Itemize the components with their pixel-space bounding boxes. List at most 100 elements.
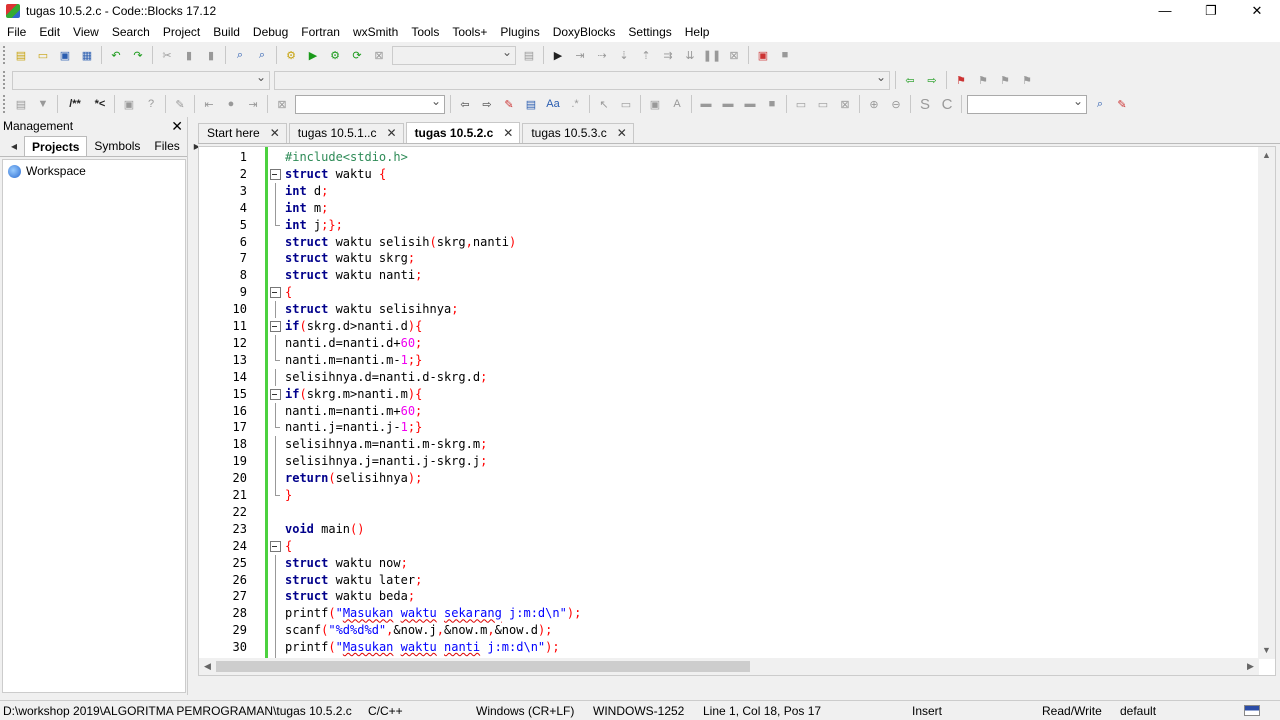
menu-view[interactable]: View [66,22,105,42]
fold-toggle-icon[interactable] [270,284,281,301]
menu-build[interactable]: Build [206,22,246,42]
step-instruction-icon[interactable]: ⇊ [681,47,699,63]
menu-edit[interactable]: Edit [32,22,66,42]
previous-bookmark-icon[interactable]: ⚑ [974,72,992,88]
scroll-down-icon[interactable]: ▼ [1258,642,1275,659]
code-line[interactable]: 3 int d; [199,182,1259,200]
menu-tools-plus[interactable]: Tools+ [445,22,493,42]
close-tab-icon[interactable]: ✕ [617,124,627,143]
scope-select[interactable] [12,70,270,90]
code-line[interactable]: 17 nanti.j=nanti.j-1;} [199,419,1259,436]
paste-icon[interactable]: ▮ [202,47,220,63]
editor-tab[interactable]: tugas 10.5.3.c ✕ [522,123,634,143]
horizontal-scrollbar[interactable]: ◀ ▶ [199,658,1259,675]
management-close-icon[interactable]: ✕ [171,117,183,135]
code-line[interactable]: 11 if(skrg.d>nanti.d){ [199,318,1259,335]
back-icon[interactable]: ⇤ [200,96,218,112]
box-alt-icon[interactable]: ▭ [814,96,832,112]
toggle-bookmark-icon[interactable]: ⚑ [952,72,970,88]
undo-icon[interactable]: ↶ [107,47,125,63]
tabs-left-arrow-icon[interactable]: ◂ [4,136,24,156]
code-line[interactable]: 8 struct waktu nanti; [199,267,1259,284]
code-editor[interactable]: 1 #include<stdio.h> 2 struct waktu {3 int d;… [198,146,1276,676]
next-instruction-icon[interactable]: ⇉ [659,47,677,63]
block-comment-button[interactable]: /** [63,96,87,112]
abort-icon[interactable]: ⊠ [370,47,388,63]
code-line[interactable]: 5 int j;}; [199,216,1259,234]
code-line[interactable]: 28 printf("Masukan waktu sekarang j:m:d\n… [199,605,1259,623]
find-previous-icon[interactable]: ⇦ [456,96,474,112]
text-icon[interactable]: A [668,96,686,112]
new-file-icon[interactable]: ▤ [12,47,30,63]
function-select[interactable] [274,70,890,90]
code-line[interactable]: 20 return(selisihnya); [199,470,1259,488]
scroll-left-icon[interactable]: ◀ [199,658,216,675]
code-line[interactable]: 9{ [199,284,1259,301]
image-icon[interactable]: ▣ [646,96,664,112]
code-line[interactable]: 18 selisihnya.m=nanti.m-skrg.m; [199,436,1259,454]
scroll-right-icon[interactable]: ▶ [1242,658,1259,675]
debug-run-icon[interactable]: ▶ [549,47,567,63]
close-window-button[interactable]: ✕ [1234,0,1280,22]
code-line[interactable]: 27 struct waktu beda; [199,588,1259,606]
close-tab-icon[interactable]: ✕ [387,124,397,143]
c-icon[interactable]: C [938,96,956,113]
find-icon[interactable]: ⌕ [231,47,249,63]
tab-projects[interactable]: Projects [24,136,88,156]
minimize-button[interactable]: — [1142,0,1188,22]
jump-forward-icon[interactable]: ⇨ [923,72,941,88]
fold-toggle-icon[interactable] [270,386,281,403]
editor-tab[interactable]: Start here ✕ [198,123,287,143]
cut-icon[interactable]: ✂ [158,47,176,63]
incremental-search-input[interactable] [295,94,445,114]
restore-button[interactable]: ❐ [1188,0,1234,22]
code-line[interactable]: 13 nanti.m=nanti.m-1;} [199,351,1259,369]
s-icon[interactable]: S [916,96,934,113]
wrench-icon[interactable]: ✎ [171,96,189,112]
align-top-icon[interactable]: ▬ [697,96,715,112]
next-line-icon[interactable]: ⇢ [593,47,611,63]
fold-toggle-icon[interactable] [270,318,281,335]
menu-settings[interactable]: Settings [621,22,677,42]
build-target-select[interactable] [392,45,516,65]
replace-icon[interactable]: ⌕ [253,47,271,63]
step-into-icon[interactable]: ⇣ [615,47,633,63]
pause-icon[interactable]: ❚❚ [703,47,721,63]
code-line[interactable]: 29 scanf("%d%d%d",&now.j,&now.m,&now.d); [199,622,1259,640]
menu-help[interactable]: Help [678,22,716,42]
box-icon[interactable]: ▭ [792,96,810,112]
code-line[interactable]: 15 if(skrg.m>nanti.m){ [199,386,1259,403]
code-line[interactable]: 23 void main() [199,521,1259,538]
run-to-cursor-icon[interactable]: ⇥ [571,47,589,63]
dot-icon[interactable]: ● [222,96,240,112]
fill-icon[interactable]: ■ [763,96,781,112]
tab-symbols[interactable]: Symbols [87,136,147,156]
toolbar-grip[interactable] [3,71,7,89]
select-pointer-icon[interactable]: ↖ [595,96,613,112]
menu-project[interactable]: Project [156,22,206,42]
close-tab-icon[interactable]: ✕ [270,124,280,143]
copy-icon[interactable]: ▮ [180,47,198,63]
fold-toggle-icon[interactable] [270,538,281,555]
build-icon[interactable]: ⚙ [282,47,300,63]
code-line[interactable]: 19 selisihnya.j=nanti.j-skrg.j; [199,453,1259,471]
editor-tab[interactable]: tugas 10.5.1..c ✕ [288,123,404,143]
editor-tab-active[interactable]: tugas 10.5.2.c ✕ [405,122,521,143]
code-line[interactable]: 14 selisihnya.d=nanti.d-skrg.d; [199,368,1259,386]
close-tab-icon[interactable]: ✕ [503,124,513,143]
various-info-icon[interactable]: ■ [776,47,794,63]
menu-search[interactable]: Search [105,22,156,42]
doxywizard-icon[interactable]: ▤ [12,96,30,112]
menu-wxsmith[interactable]: wxSmith [346,22,404,42]
step-out-icon[interactable]: ⇡ [637,47,655,63]
zoom-in-icon[interactable]: ⊕ [865,96,883,112]
tree-item-workspace[interactable]: Workspace [8,163,180,179]
menu-file[interactable]: File [0,22,32,42]
chm-icon[interactable]: ▣ [120,96,138,112]
settings-wrench-icon[interactable]: ✎ [1113,96,1131,112]
code-line[interactable]: 12 nanti.d=nanti.d+60; [199,334,1259,352]
menu-doxyblocks[interactable]: DoxyBlocks [546,22,622,42]
rectangle-icon[interactable]: ▭ [617,96,635,112]
tab-files[interactable]: Files [147,136,186,156]
code-line[interactable]: 21} [199,487,1259,504]
